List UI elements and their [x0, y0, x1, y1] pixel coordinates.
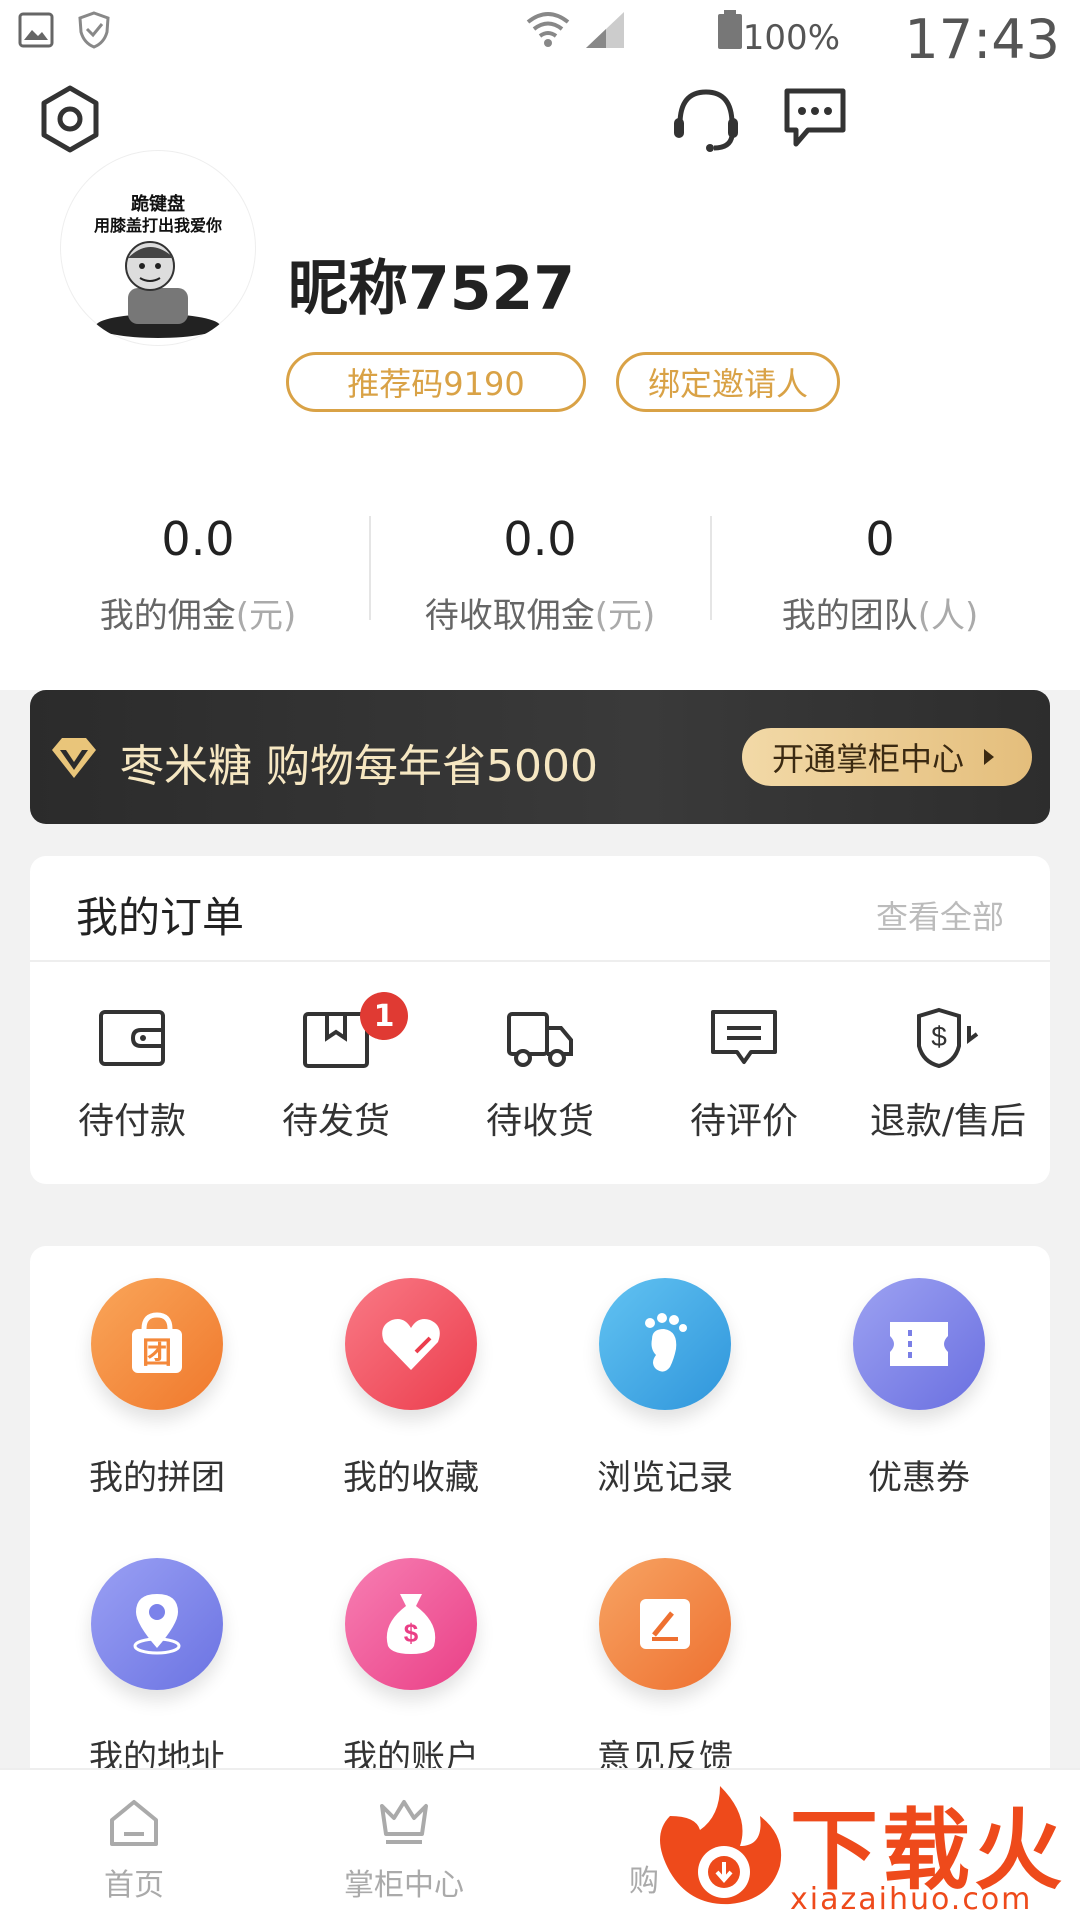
money-bag-icon: $: [345, 1558, 477, 1690]
gallery-icon: [18, 12, 54, 48]
vip-banner[interactable]: 枣米糖 购物每年省5000 开通掌柜中心: [30, 690, 1050, 824]
watermark-url: xiazaihuo.com: [790, 1882, 1033, 1917]
nickname: 昵称7527: [288, 254, 575, 324]
crown-icon: [380, 1800, 428, 1844]
caret-right-icon: [984, 749, 994, 765]
clock: 17:43: [904, 8, 1060, 71]
commission-value: 0.0: [161, 512, 235, 566]
service-feedback[interactable]: 意见反馈: [538, 1558, 792, 1779]
view-all-orders-link[interactable]: 查看全部: [876, 892, 1004, 938]
service-label: 我的拼团: [89, 1458, 225, 1498]
coupon-icon: [853, 1278, 985, 1410]
group-bag-icon: 团: [91, 1278, 223, 1410]
truck-icon: [507, 1012, 573, 1067]
service-favorites[interactable]: 我的收藏: [284, 1278, 538, 1499]
vip-slogan: 枣米糖 购物每年省5000: [120, 741, 598, 792]
order-label: 待发货: [281, 1101, 390, 1142]
diamond-icon: [52, 738, 96, 778]
order-refund[interactable]: $ 退款/售后: [846, 1006, 1050, 1166]
feedback-icon: [599, 1558, 731, 1690]
watermark: 下载火 xiazaihuo.com: [640, 1776, 1080, 1920]
meme-figure: [96, 241, 220, 338]
refund-icon: $: [917, 1007, 979, 1069]
team-label[interactable]: 我的团队(人): [710, 588, 1050, 637]
order-pending-receipt[interactable]: 待收货: [438, 1006, 642, 1166]
heart-icon: [345, 1278, 477, 1410]
orders-card: 我的订单 查看全部 待付款 1 待发货 待收货 待评价 $ 退款/售后: [30, 856, 1050, 1184]
wallet-icon: [99, 1010, 165, 1066]
battery-percent: 100%: [742, 18, 840, 58]
service-address[interactable]: 我的地址: [30, 1558, 284, 1779]
order-label: 退款/售后: [869, 1101, 1027, 1142]
service-label: 我的收藏: [343, 1458, 479, 1498]
order-pending-payment[interactable]: 待付款: [30, 1006, 234, 1166]
service-label: 浏览记录: [597, 1458, 733, 1498]
customer-service-icon[interactable]: [670, 86, 742, 156]
svg-text:$: $: [931, 1021, 947, 1052]
bind-inviter-button[interactable]: 绑定邀请人: [616, 352, 840, 412]
team-value: 0: [865, 512, 895, 566]
svg-text:团: 团: [142, 1336, 172, 1371]
referral-code-button[interactable]: 推荐码9190: [286, 352, 586, 412]
nav-shopkeeper[interactable]: 掌柜中心: [304, 1796, 504, 1904]
settings-icon[interactable]: [38, 84, 102, 154]
commission-label[interactable]: 我的佣金(元): [28, 588, 368, 637]
message-icon[interactable]: [782, 86, 848, 152]
order-label: 待评价: [689, 1101, 798, 1142]
location-icon: [91, 1558, 223, 1690]
divider: [30, 960, 1050, 962]
service-label: 优惠券: [868, 1458, 970, 1498]
order-label: 待付款: [77, 1101, 186, 1142]
footprint-icon: [599, 1278, 731, 1410]
pending-commission-value: 0.0: [503, 512, 577, 566]
nav-home[interactable]: 首页: [34, 1796, 234, 1904]
nav-label: 掌柜中心: [344, 1868, 464, 1903]
service-account[interactable]: $ 我的账户: [284, 1558, 538, 1779]
battery-icon: [718, 10, 742, 49]
avatar-caption-2: 用膝盖打出我爱你: [93, 216, 222, 235]
signal-icon: [586, 12, 624, 48]
comment-icon: [711, 1010, 777, 1064]
order-pending-review[interactable]: 待评价: [642, 1006, 846, 1166]
order-label: 待收货: [485, 1101, 594, 1142]
status-bar: 100% 17:43: [0, 0, 1080, 80]
home-icon: [110, 1800, 158, 1846]
shield-icon: [78, 11, 110, 49]
open-vip-button[interactable]: 开通掌柜中心: [742, 728, 1032, 786]
service-coupons[interactable]: 优惠券: [792, 1278, 1046, 1499]
wifi-icon: [526, 12, 570, 47]
avatar[interactable]: 跪键盘 用膝盖打出我爱你: [60, 150, 256, 346]
open-vip-label: 开通掌柜中心: [771, 740, 964, 778]
orders-title: 我的订单: [76, 893, 245, 942]
service-history[interactable]: 浏览记录: [538, 1278, 792, 1499]
services-card: 团 我的拼团 我的收藏 浏览记录 优惠券 我的地址 $ 我的账户 意见反馈: [30, 1246, 1050, 1786]
flame-logo-icon: [660, 1786, 782, 1905]
svg-text:$: $: [404, 1618, 419, 1648]
order-badge: 1: [360, 992, 408, 1040]
pending-commission-label[interactable]: 待收取佣金(元): [370, 588, 710, 637]
order-pending-shipment[interactable]: 1 待发货: [234, 992, 438, 1166]
service-group-buy[interactable]: 团 我的拼团: [30, 1278, 284, 1499]
nav-label: 首页: [104, 1868, 164, 1903]
